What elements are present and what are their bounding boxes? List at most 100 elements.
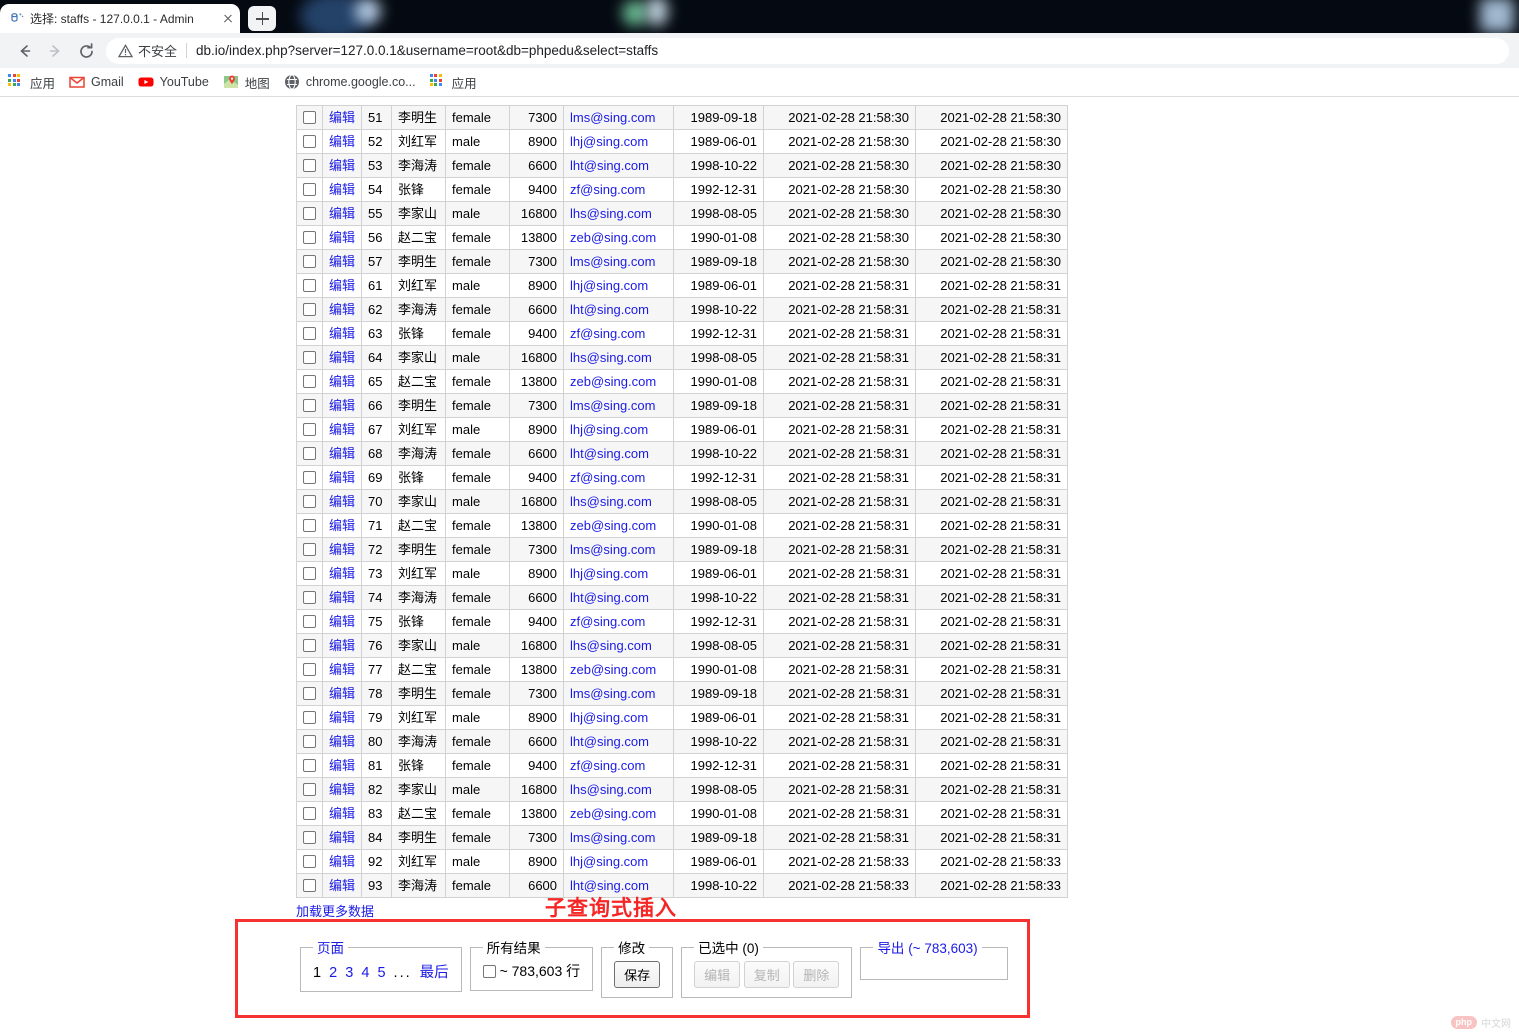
- row-edit-link[interactable]: 编辑: [329, 638, 355, 653]
- email-link[interactable]: lhj@sing.com: [570, 278, 648, 293]
- row-select-checkbox[interactable]: [303, 351, 316, 364]
- row-edit-link[interactable]: 编辑: [329, 686, 355, 701]
- email-link[interactable]: lms@sing.com: [570, 398, 655, 413]
- email-link[interactable]: lhs@sing.com: [570, 350, 652, 365]
- row-select-checkbox[interactable]: [303, 711, 316, 724]
- row-select-checkbox[interactable]: [303, 255, 316, 268]
- row-edit-link[interactable]: 编辑: [329, 470, 355, 485]
- row-edit-link[interactable]: 编辑: [329, 302, 355, 317]
- email-link[interactable]: lhj@sing.com: [570, 854, 648, 869]
- email-link[interactable]: lms@sing.com: [570, 110, 655, 125]
- row-edit-link[interactable]: 编辑: [329, 446, 355, 461]
- row-select-checkbox[interactable]: [303, 519, 316, 532]
- email-link[interactable]: lhs@sing.com: [570, 206, 652, 221]
- email-link[interactable]: lhj@sing.com: [570, 710, 648, 725]
- page-group-legend[interactable]: 页面: [313, 937, 348, 957]
- row-edit-link[interactable]: 编辑: [329, 782, 355, 797]
- row-edit-link[interactable]: 编辑: [329, 758, 355, 773]
- row-edit-link[interactable]: 编辑: [329, 374, 355, 389]
- email-link[interactable]: zf@sing.com: [570, 326, 645, 341]
- email-link[interactable]: lms@sing.com: [570, 254, 655, 269]
- row-edit-link[interactable]: 编辑: [329, 134, 355, 149]
- delete-selected-button[interactable]: 删除: [793, 961, 840, 988]
- email-link[interactable]: zf@sing.com: [570, 614, 645, 629]
- email-link[interactable]: zf@sing.com: [570, 470, 645, 485]
- row-select-checkbox[interactable]: [303, 567, 316, 580]
- close-icon[interactable]: [220, 11, 236, 27]
- email-link[interactable]: lhj@sing.com: [570, 134, 648, 149]
- row-edit-link[interactable]: 编辑: [329, 614, 355, 629]
- row-edit-link[interactable]: 编辑: [329, 566, 355, 581]
- row-select-checkbox[interactable]: [303, 111, 316, 124]
- row-edit-link[interactable]: 编辑: [329, 806, 355, 821]
- back-button[interactable]: [10, 36, 40, 66]
- row-select-checkbox[interactable]: [303, 207, 316, 220]
- row-edit-link[interactable]: 编辑: [329, 326, 355, 341]
- row-select-checkbox[interactable]: [303, 783, 316, 796]
- forward-button[interactable]: [40, 36, 70, 66]
- page-link-3[interactable]: 3: [345, 965, 355, 981]
- row-edit-link[interactable]: 编辑: [329, 710, 355, 725]
- clone-selected-button[interactable]: 复制: [743, 961, 790, 988]
- email-link[interactable]: zeb@sing.com: [570, 374, 656, 389]
- email-link[interactable]: lhs@sing.com: [570, 494, 652, 509]
- bookmark-chrome-webstore[interactable]: chrome.google.co...: [284, 74, 416, 90]
- row-select-checkbox[interactable]: [303, 591, 316, 604]
- export-legend[interactable]: 导出 (~ 783,603): [873, 937, 981, 957]
- email-link[interactable]: lht@sing.com: [570, 158, 649, 173]
- edit-selected-button[interactable]: 编辑: [694, 961, 741, 988]
- email-link[interactable]: lht@sing.com: [570, 734, 649, 749]
- row-edit-link[interactable]: 编辑: [329, 422, 355, 437]
- row-edit-link[interactable]: 编辑: [329, 494, 355, 509]
- email-link[interactable]: zeb@sing.com: [570, 662, 656, 677]
- row-edit-link[interactable]: 编辑: [329, 206, 355, 221]
- omnibox[interactable]: 不安全 db.io/index.php?server=127.0.0.1&use…: [106, 37, 1509, 64]
- email-link[interactable]: lht@sing.com: [570, 590, 649, 605]
- row-select-checkbox[interactable]: [303, 375, 316, 388]
- row-edit-link[interactable]: 编辑: [329, 254, 355, 269]
- row-select-checkbox[interactable]: [303, 831, 316, 844]
- row-select-checkbox[interactable]: [303, 303, 316, 316]
- row-edit-link[interactable]: 编辑: [329, 350, 355, 365]
- row-edit-link[interactable]: 编辑: [329, 182, 355, 197]
- email-link[interactable]: lht@sing.com: [570, 446, 649, 461]
- reload-button[interactable]: [70, 36, 100, 66]
- email-link[interactable]: zeb@sing.com: [570, 230, 656, 245]
- email-link[interactable]: lhs@sing.com: [570, 638, 652, 653]
- bookmark-youtube[interactable]: YouTube: [138, 74, 209, 90]
- email-link[interactable]: lms@sing.com: [570, 542, 655, 557]
- row-select-checkbox[interactable]: [303, 327, 316, 340]
- bookmark-apps-2[interactable]: 应用: [429, 73, 477, 92]
- row-edit-link[interactable]: 编辑: [329, 542, 355, 557]
- row-select-checkbox[interactable]: [303, 423, 316, 436]
- row-edit-link[interactable]: 编辑: [329, 398, 355, 413]
- row-edit-link[interactable]: 编辑: [329, 158, 355, 173]
- page-link-2[interactable]: 2: [329, 965, 339, 981]
- select-all-results-checkbox[interactable]: [482, 965, 496, 978]
- row-select-checkbox[interactable]: [303, 543, 316, 556]
- row-select-checkbox[interactable]: [303, 855, 316, 868]
- row-select-checkbox[interactable]: [303, 663, 316, 676]
- new-tab-button[interactable]: [248, 6, 276, 31]
- row-edit-link[interactable]: 编辑: [329, 110, 355, 125]
- row-select-checkbox[interactable]: [303, 687, 316, 700]
- row-select-checkbox[interactable]: [303, 759, 316, 772]
- load-more-link[interactable]: 加载更多数据: [296, 901, 374, 920]
- email-link[interactable]: lhj@sing.com: [570, 566, 648, 581]
- bookmark-apps-1[interactable]: 应用: [8, 73, 55, 92]
- row-select-checkbox[interactable]: [303, 135, 316, 148]
- row-edit-link[interactable]: 编辑: [329, 734, 355, 749]
- row-edit-link[interactable]: 编辑: [329, 662, 355, 677]
- row-edit-link[interactable]: 编辑: [329, 854, 355, 869]
- email-link[interactable]: zf@sing.com: [570, 182, 645, 197]
- row-select-checkbox[interactable]: [303, 471, 316, 484]
- address-text[interactable]: db.io/index.php?server=127.0.0.1&usernam…: [196, 43, 658, 58]
- bookmark-maps[interactable]: 地图: [223, 73, 270, 92]
- row-select-checkbox[interactable]: [303, 615, 316, 628]
- row-select-checkbox[interactable]: [303, 807, 316, 820]
- page-link-5[interactable]: 5: [377, 965, 387, 981]
- row-edit-link[interactable]: 编辑: [329, 230, 355, 245]
- row-select-checkbox[interactable]: [303, 183, 316, 196]
- row-edit-link[interactable]: 编辑: [329, 590, 355, 605]
- email-link[interactable]: zf@sing.com: [570, 758, 645, 773]
